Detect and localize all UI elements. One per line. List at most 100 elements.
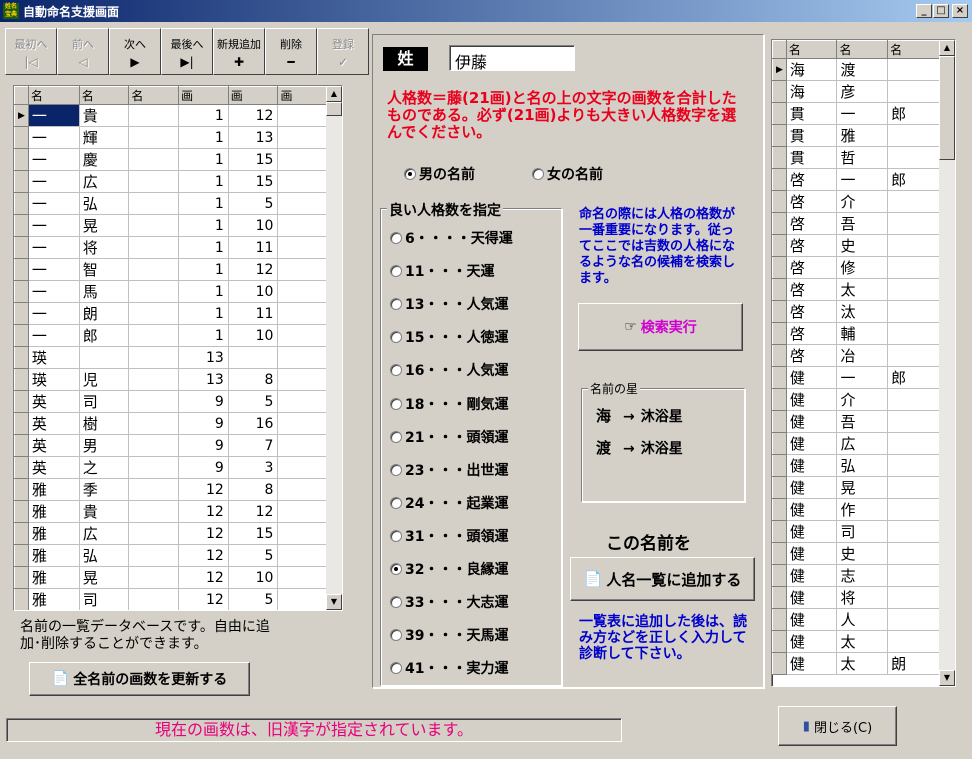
table-row[interactable]: 瑛児 13 8 [14, 368, 327, 391]
table-cell[interactable]: 海 [786, 58, 838, 81]
table-row[interactable]: 一馬 1 10 [14, 280, 327, 303]
table-cell[interactable]: 啓 [786, 344, 838, 367]
table-cell[interactable]: 雅 [28, 522, 80, 545]
table-cell[interactable]: 一 [28, 214, 80, 237]
nav-button-6[interactable]: 登録 ✓ [317, 28, 369, 75]
table-cell[interactable] [277, 346, 327, 369]
table-cell[interactable]: 1 [178, 258, 229, 281]
table-cell[interactable]: 健 [786, 520, 838, 543]
table-row[interactable]: 雅弘 12 5 [14, 544, 327, 567]
close-button[interactable]: ▮ 閉じる(C) [778, 706, 897, 746]
fortune-option-11[interactable]: 33・・・大志運 [390, 592, 508, 612]
scroll-down-icon[interactable]: ▼ [326, 594, 342, 610]
table-row[interactable]: 啓史 [772, 234, 940, 257]
table-cell[interactable] [277, 456, 327, 479]
column-header[interactable]: 画 [277, 86, 327, 105]
table-cell[interactable]: 健 [786, 388, 838, 411]
table-cell[interactable]: 3 [228, 456, 279, 479]
table-cell[interactable]: 馬 [79, 280, 130, 303]
table-cell[interactable]: 7 [228, 434, 279, 457]
table-cell[interactable] [887, 630, 940, 653]
table-cell[interactable]: 1 [178, 324, 229, 347]
table-cell[interactable] [128, 500, 180, 523]
table-cell[interactable] [887, 476, 940, 499]
table-cell[interactable]: 12 [228, 258, 279, 281]
table-row[interactable]: 健弘 [772, 454, 940, 477]
table-cell[interactable]: 健 [786, 498, 838, 521]
table-cell[interactable] [128, 302, 180, 325]
table-cell[interactable]: 啓 [786, 234, 838, 257]
scroll-up-icon[interactable]: ▲ [939, 40, 955, 56]
table-row[interactable]: 一智 1 12 [14, 258, 327, 281]
table-cell[interactable]: 広 [79, 170, 130, 193]
table-cell[interactable] [887, 454, 940, 477]
fortune-option-8[interactable]: 24・・・起業運 [390, 493, 508, 513]
table-cell[interactable] [887, 234, 940, 257]
table-cell[interactable]: 健 [786, 608, 838, 631]
table-cell[interactable]: 晃 [836, 476, 889, 499]
table-row[interactable]: 健太 [772, 630, 940, 653]
table-row[interactable]: 雅貴 12 12 [14, 500, 327, 523]
table-row[interactable]: 英之 93 [14, 456, 327, 479]
table-cell[interactable]: 郎 [887, 168, 940, 191]
table-cell[interactable]: 郎 [79, 324, 130, 347]
table-cell[interactable]: 介 [836, 190, 889, 213]
table-cell[interactable]: 13 [228, 126, 279, 149]
table-cell[interactable]: 哲 [836, 146, 889, 169]
table-cell[interactable]: 健 [786, 454, 838, 477]
table-cell[interactable]: 11 [228, 236, 279, 259]
table-cell[interactable]: 海 [786, 80, 838, 103]
table-cell[interactable]: 啓 [786, 278, 838, 301]
table-cell[interactable]: 健 [786, 586, 838, 609]
table-cell[interactable] [128, 104, 180, 127]
fortune-option-7[interactable]: 23・・・出世運 [390, 460, 508, 480]
nav-button-3[interactable]: 最後へ ▶| [161, 28, 213, 75]
table-cell[interactable] [128, 566, 180, 589]
table-cell[interactable]: 12 [178, 500, 229, 523]
table-cell[interactable]: 弘 [836, 454, 889, 477]
table-cell[interactable] [128, 170, 180, 193]
nav-button-1[interactable]: 前へ ◁ [57, 28, 109, 75]
add-to-name-list-button[interactable]: 📄 人名一覧に追加する [570, 557, 755, 601]
fortune-option-6[interactable]: 21・・・頭領運 [390, 427, 508, 447]
table-cell[interactable] [128, 368, 180, 391]
table-cell[interactable] [128, 478, 180, 501]
table-cell[interactable] [128, 412, 180, 435]
table-cell[interactable]: 作 [836, 498, 889, 521]
table-cell[interactable] [128, 126, 180, 149]
table-row[interactable]: 啓一郎 [772, 168, 940, 191]
table-cell[interactable] [887, 542, 940, 565]
fortune-option-9[interactable]: 31・・・頭領運 [390, 526, 508, 546]
table-cell[interactable]: 12 [228, 104, 279, 127]
table-cell[interactable]: 一 [836, 102, 889, 125]
results-grid[interactable]: 名名名 ▶ 海渡海彦貫一郎貫雅貫哲啓一郎啓介啓吾啓史啓修啓太啓汰啓輔啓冶健一郎健介… [771, 39, 956, 687]
table-cell[interactable]: 一 [836, 168, 889, 191]
table-cell[interactable]: 貴 [79, 500, 130, 523]
table-cell[interactable]: 11 [228, 302, 279, 325]
minimize-button[interactable]: _ [916, 4, 932, 18]
table-cell[interactable]: 15 [228, 522, 279, 545]
fortune-option-12[interactable]: 39・・・天馬運 [390, 625, 508, 645]
table-cell[interactable]: 啓 [786, 256, 838, 279]
table-row[interactable]: 海彦 [772, 80, 940, 103]
table-cell[interactable]: 人 [836, 608, 889, 631]
table-cell[interactable]: 1 [178, 104, 229, 127]
table-cell[interactable]: 郎 [887, 102, 940, 125]
table-cell[interactable]: 健 [786, 410, 838, 433]
table-cell[interactable]: 啓 [786, 212, 838, 235]
table-cell[interactable] [887, 498, 940, 521]
table-cell[interactable]: 9 [178, 456, 229, 479]
surname-field[interactable]: 伊藤 [449, 45, 575, 72]
table-cell[interactable] [277, 104, 327, 127]
table-row[interactable]: 貫一郎 [772, 102, 940, 125]
table-cell[interactable]: 健 [786, 630, 838, 653]
table-cell[interactable]: 英 [28, 434, 80, 457]
close-window-button[interactable]: × [952, 4, 968, 18]
table-cell[interactable]: 健 [786, 366, 838, 389]
table-cell[interactable]: 13 [178, 368, 229, 391]
table-cell[interactable] [277, 236, 327, 259]
table-cell[interactable]: 13 [178, 346, 229, 369]
table-cell[interactable] [128, 258, 180, 281]
table-row[interactable]: 雅広 12 15 [14, 522, 327, 545]
table-cell[interactable]: 司 [79, 588, 130, 610]
